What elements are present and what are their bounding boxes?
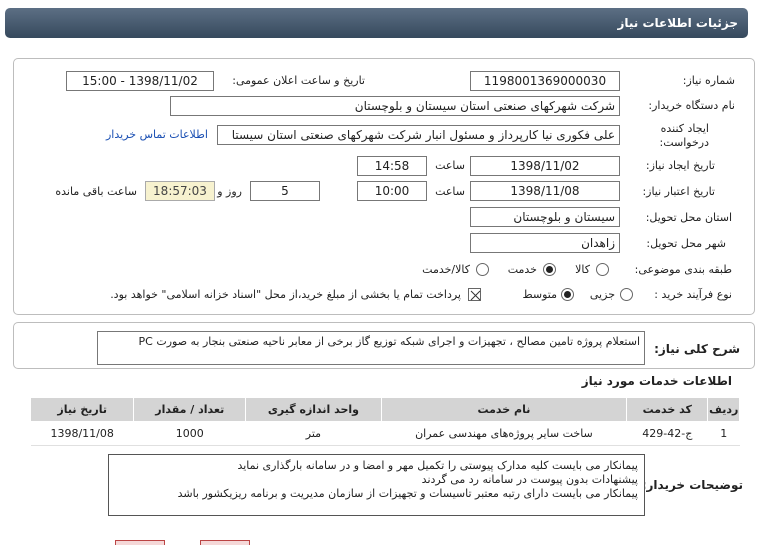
buyer-note-line: پیمانکار می بایست کلیه مدارک پیوستی را ت…	[237, 459, 638, 472]
cell-need-date: 1398/11/08	[30, 421, 134, 446]
page-header: جزئیات اطلاعات نیاز	[5, 8, 748, 38]
creator-label-line1: ایجاد کننده	[660, 122, 709, 135]
announce-label: تاریخ و ساعت اعلان عمومی:	[232, 74, 365, 87]
category-goods-label: کالا	[575, 263, 590, 276]
bottom-action-button[interactable]	[115, 540, 165, 545]
page-title: جزئیات اطلاعات نیاز	[617, 16, 738, 30]
cell-row: 1	[707, 421, 740, 446]
created-date-field: 1398/11/02	[470, 156, 620, 176]
services-table-header: ردیف کد خدمت نام خدمت واحد اندازه گیری ت…	[29, 397, 740, 422]
category-goods-radio[interactable]	[596, 263, 609, 276]
remaining-label: ساعت باقی مانده	[55, 185, 137, 198]
need-number-field: 1198001369000030	[470, 71, 620, 91]
buyer-notes-label: توضیحات خریدار:	[641, 478, 743, 492]
col-quantity: تعداد / مقدار	[133, 397, 247, 422]
buyer-contact-link[interactable]: اطلاعات تماس خریدار	[106, 128, 208, 141]
validity-time-label: ساعت	[435, 185, 465, 198]
buyer-field: شرکت شهرکهای صنعتی استان سیستان و بلوچست…	[170, 96, 620, 116]
col-service-name: نام خدمت	[380, 397, 628, 422]
process-minor-label: جزیی	[589, 288, 615, 301]
announce-datetime-field: 1398/11/02 - 15:00	[66, 71, 214, 91]
buyer-note-line: پیمانکار می بایست دارای رتبه معتبر تاسیس…	[177, 487, 638, 500]
validity-date-label: تاریخ اعتبار نیاز:	[642, 185, 715, 198]
buyer-notes-box: پیمانکار می بایست کلیه مدارک پیوستی را ت…	[108, 454, 645, 516]
created-time-label: ساعت	[435, 159, 465, 172]
created-date-label: تاریخ ایجاد نیاز:	[645, 159, 715, 172]
bottom-action-button[interactable]	[200, 540, 250, 545]
validity-time-field: 10:00	[357, 181, 427, 201]
validity-date-field: 1398/11/08	[470, 181, 620, 201]
created-time-field: 14:58	[357, 156, 427, 176]
services-section-title: اطلاعات خدمات مورد نیاز	[581, 374, 732, 388]
cell-service-code: ج-42-429	[626, 421, 708, 446]
description-field: استعلام پروژه تامین مصالح ، تجهیزات و اج…	[97, 331, 645, 365]
treasury-payment-note: پرداخت تمام یا بخشی از مبلغ خرید،از محل …	[110, 288, 461, 301]
cell-quantity: 1000	[133, 421, 246, 446]
process-label: نوع فرآیند خرید :	[654, 288, 732, 301]
remaining-time-field: 18:57:03	[145, 181, 215, 201]
table-row: 1 ج-42-429 ساخت سایر پروژه‌های مهندسی عم…	[30, 421, 740, 446]
col-service-code: کد خدمت	[626, 397, 709, 422]
province-field: سیستان و بلوچستان	[470, 207, 620, 227]
buyer-note-line: پیشنهادات بدون پیوست در سامانه رد می گرد…	[421, 473, 638, 486]
col-need-date: تاریخ نیاز	[29, 397, 135, 422]
need-number-label: شماره نیاز:	[682, 74, 735, 87]
services-table: ردیف کد خدمت نام خدمت واحد اندازه گیری ت…	[29, 397, 740, 446]
description-label: شرح کلی نیاز:	[654, 342, 740, 356]
cell-service-name: ساخت سایر پروژه‌های مهندسی عمران	[381, 421, 627, 446]
process-minor-radio[interactable]	[620, 288, 633, 301]
col-unit: واحد اندازه گیری	[245, 397, 382, 422]
buyer-label: نام دستگاه خریدار:	[648, 99, 735, 112]
process-medium-label: متوسط	[522, 288, 557, 301]
creator-label-line2: درخواست:	[659, 136, 709, 149]
category-goods-service-radio[interactable]	[476, 263, 489, 276]
check-cross-icon	[470, 290, 481, 301]
city-field: زاهدان	[470, 233, 620, 253]
category-goods-service-label: کالا/خدمت	[422, 263, 470, 276]
cell-unit: متر	[245, 421, 382, 446]
province-label: استان محل تحویل:	[645, 211, 732, 224]
category-label: طبقه بندی موضوعی:	[634, 263, 732, 276]
remaining-days-field: 5	[250, 181, 320, 201]
category-service-radio[interactable]	[543, 263, 556, 276]
process-medium-radio[interactable]	[561, 288, 574, 301]
creator-field: علی فکوری نیا کارپرداز و مسئول انبار شرک…	[217, 125, 620, 145]
city-label: شهر محل تحویل:	[646, 237, 726, 250]
category-service-label: خدمت	[507, 263, 537, 276]
treasury-payment-checkbox[interactable]	[468, 288, 481, 301]
day-label: روز و	[217, 185, 242, 198]
col-row: ردیف	[707, 397, 740, 422]
